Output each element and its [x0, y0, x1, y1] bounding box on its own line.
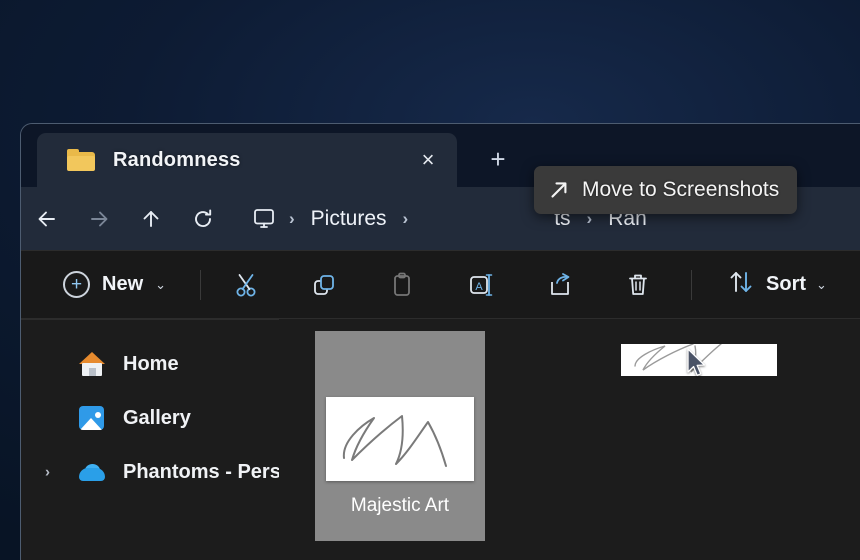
up-button[interactable] — [125, 193, 177, 245]
sidebar-item-home[interactable]: Home — [21, 337, 279, 391]
chevron-down-icon: ⌄ — [816, 277, 827, 292]
rename-button[interactable]: A — [465, 263, 497, 307]
toolbar-divider — [200, 269, 202, 300]
chevron-down-icon: ⌄ — [155, 277, 167, 292]
paste-button[interactable] — [387, 263, 417, 307]
file-item-label: Majestic Art — [350, 495, 450, 516]
file-explorer-window: Randomness × + Move to Screenshots › Pic… — [20, 123, 860, 560]
tab-randomness[interactable]: Randomness × — [37, 133, 457, 187]
monitor-icon[interactable] — [251, 207, 277, 231]
sort-button[interactable]: Sort ⌄ — [720, 263, 833, 307]
breadcrumb-separator: › — [402, 208, 409, 228]
arrow-up-right-icon — [548, 179, 570, 201]
sidebar-item-phantoms-pers[interactable]: › Phantoms - Pers — [21, 445, 281, 499]
plus-circle-icon: + — [63, 271, 90, 298]
close-icon[interactable]: × — [413, 145, 443, 175]
sidebar-divider — [21, 319, 279, 320]
chevron-right-icon[interactable]: › — [45, 464, 50, 481]
delete-button[interactable] — [623, 263, 653, 307]
refresh-button[interactable] — [177, 193, 229, 245]
cut-button[interactable] — [231, 263, 261, 307]
sort-arrows-icon — [726, 268, 756, 301]
folder-icon — [67, 149, 95, 171]
sort-button-label: Sort — [766, 273, 807, 295]
gallery-icon — [77, 403, 107, 433]
sidebar-item-label: Home — [123, 352, 179, 375]
new-tab-button[interactable]: + — [483, 144, 513, 174]
tooltip-move-to-screenshots: Move to Screenshots — [534, 166, 798, 214]
copy-button[interactable] — [309, 263, 339, 307]
sketch-thumbnail — [326, 397, 474, 481]
tab-title: Randomness — [113, 148, 241, 171]
new-button[interactable]: + New ⌄ — [55, 263, 174, 307]
breadcrumb-separator: › — [289, 208, 295, 228]
file-item-majestic-art[interactable]: Majestic Art — [315, 331, 485, 541]
tooltip-text: Move to Screenshots — [582, 178, 780, 201]
share-button[interactable] — [545, 263, 575, 307]
tab-strip: Randomness × + Move to Screenshots — [21, 124, 860, 214]
navigation-pane: Home Gallery › Phantoms - Pers — [21, 319, 295, 560]
command-toolbar: + New ⌄ A Sort ⌄ — [21, 250, 860, 318]
back-button[interactable] — [21, 193, 73, 245]
mouse-cursor-icon — [686, 348, 708, 383]
new-button-label: New — [102, 273, 144, 295]
sidebar-item-label: Gallery — [123, 406, 191, 429]
sidebar-item-label: Phantoms - Pers — [123, 460, 281, 483]
svg-text:A: A — [475, 281, 483, 293]
onedrive-cloud-icon — [77, 457, 107, 487]
home-icon — [77, 349, 107, 379]
toolbar-divider — [691, 269, 693, 300]
breadcrumb-item-pictures[interactable]: Pictures — [307, 207, 391, 231]
forward-button[interactable] — [73, 193, 125, 245]
sidebar-item-gallery[interactable]: Gallery — [21, 391, 279, 445]
